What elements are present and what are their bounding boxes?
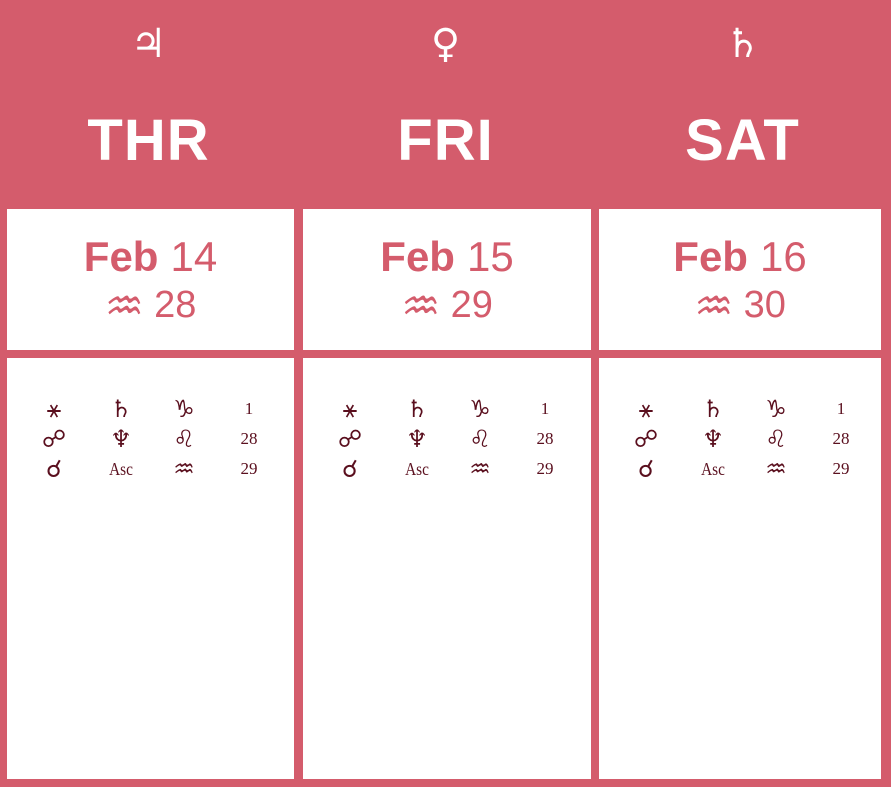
month-label: Feb (673, 233, 748, 280)
aspect-row: ⚹ ♄ ♑ 1 (303, 394, 591, 424)
opposition-icon: ☍ (337, 425, 363, 453)
aquarius-icon: ♒ (765, 455, 787, 483)
day-number: 14 (170, 233, 218, 280)
neptune-icon: ♆ (702, 425, 724, 453)
aspect-row: ☍ ♆ ♌ 28 (599, 424, 881, 454)
date-line: Feb 15 (303, 233, 591, 281)
date-line: Feb 16 (599, 233, 881, 281)
sextile-icon: ⚹ (638, 395, 654, 423)
opposition-icon: ☍ (633, 425, 659, 453)
leo-icon: ♌ (765, 425, 787, 453)
date-panel: Feb 16 ♒ 30 (599, 209, 881, 350)
capricorn-icon: ♑ (173, 395, 195, 423)
aquarius-icon: ♒ (401, 281, 441, 332)
ascendant-label: Asc (701, 459, 725, 479)
aspect-row: ☌ Asc ♒ 29 (303, 454, 591, 484)
aquarius-icon: ♒ (104, 281, 145, 332)
saturn-icon: ♄ (110, 395, 132, 423)
sign-degree: 30 (743, 284, 786, 326)
aspect-panel: ⚹ ♄ ♑ 1 ☍ ♆ ♌ 28 ☌ Asc ♒ 29 (599, 358, 881, 779)
aspect-degree: 28 (832, 429, 850, 448)
capricorn-icon: ♑ (765, 395, 787, 423)
aspect-degree: 1 (540, 399, 550, 418)
aspect-degree: 29 (832, 459, 850, 478)
aquarius-icon: ♒ (469, 455, 491, 483)
moon-sign-line: ♒ 28 (7, 281, 294, 331)
day-column: ♃ THR Feb 14 ♒ 28 ⚹ ♄ ♑ 1 ☍ ♆ ♌ 28 ☌ Asc ♒ (0, 0, 297, 787)
day-column: ♀ FRI Feb 15 ♒ 29 ⚹ ♄ ♑ 1 ☍ ♆ ♌ 28 ☌ Asc ♒ (297, 0, 594, 787)
aspect-degree: 1 (836, 399, 846, 418)
leo-icon: ♌ (173, 425, 195, 453)
aspect-row: ☌ Asc ♒ 29 (7, 454, 294, 484)
jupiter-icon: ♃ (130, 21, 167, 67)
aspect-degree: 1 (244, 399, 254, 418)
saturn-icon: ♄ (702, 395, 724, 423)
aspect-row: ☌ Asc ♒ 29 (599, 454, 881, 484)
conjunction-icon: ☌ (45, 455, 63, 483)
moon-sign-line: ♒ 30 (599, 281, 881, 331)
saturn-icon: ♄ (406, 395, 428, 423)
ascendant-label: Asc (109, 459, 133, 479)
sign-degree: 28 (154, 284, 197, 326)
aspect-panel: ⚹ ♄ ♑ 1 ☍ ♆ ♌ 28 ☌ Asc ♒ 29 (7, 358, 294, 779)
ascendant-label: Asc (405, 459, 429, 479)
leo-icon: ♌ (469, 425, 491, 453)
sextile-icon: ⚹ (46, 395, 62, 423)
aspect-degree: 29 (240, 459, 258, 478)
venus-icon: ♀ (430, 21, 461, 67)
opposition-icon: ☍ (41, 425, 67, 453)
day-number: 16 (759, 233, 807, 280)
aspect-row: ☍ ♆ ♌ 28 (7, 424, 294, 454)
date-panel: Feb 15 ♒ 29 (303, 209, 591, 350)
aspect-panel: ⚹ ♄ ♑ 1 ☍ ♆ ♌ 28 ☌ Asc ♒ 29 (303, 358, 591, 779)
sextile-icon: ⚹ (342, 395, 358, 423)
aquarius-icon: ♒ (694, 281, 734, 332)
moon-sign-line: ♒ 29 (303, 281, 591, 331)
neptune-icon: ♆ (406, 425, 428, 453)
day-name: SAT (685, 108, 800, 173)
day-name: THR (87, 108, 210, 173)
month-label: Feb (380, 233, 455, 280)
aspect-degree: 28 (536, 429, 554, 448)
conjunction-icon: ☌ (341, 455, 359, 483)
aspect-row: ⚹ ♄ ♑ 1 (599, 394, 881, 424)
day-number: 15 (466, 233, 514, 280)
weekly-calendar: ♃ THR Feb 14 ♒ 28 ⚹ ♄ ♑ 1 ☍ ♆ ♌ 28 ☌ Asc ♒ (0, 0, 891, 787)
aspect-row: ⚹ ♄ ♑ 1 (7, 394, 294, 424)
neptune-icon: ♆ (110, 425, 132, 453)
aspect-degree: 28 (240, 429, 258, 448)
aquarius-icon: ♒ (173, 455, 195, 483)
date-panel: Feb 14 ♒ 28 (7, 209, 294, 350)
capricorn-icon: ♑ (469, 395, 491, 423)
month-label: Feb (83, 233, 159, 280)
aspect-row: ☍ ♆ ♌ 28 (303, 424, 591, 454)
conjunction-icon: ☌ (637, 455, 655, 483)
sign-degree: 29 (450, 284, 493, 326)
aspect-degree: 29 (536, 459, 554, 478)
date-line: Feb 14 (7, 233, 294, 281)
saturn-icon: ♄ (724, 21, 761, 67)
day-column: ♄ SAT Feb 16 ♒ 30 ⚹ ♄ ♑ 1 ☍ ♆ ♌ 28 ☌ Asc ♒ (594, 0, 891, 787)
day-name: FRI (397, 108, 494, 173)
